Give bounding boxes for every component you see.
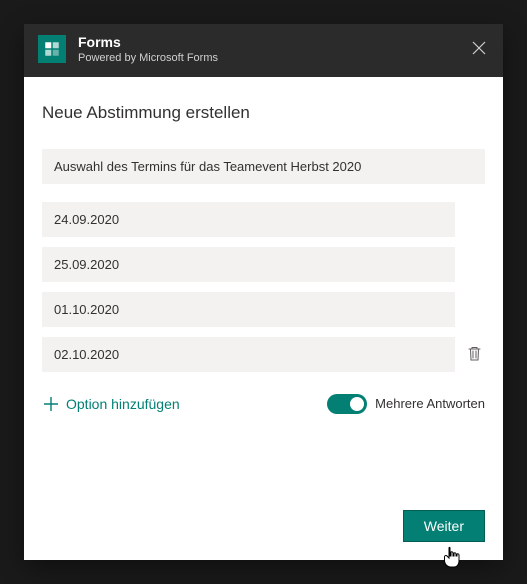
- option-row: [42, 337, 485, 372]
- close-icon: [472, 41, 486, 55]
- trash-icon: [467, 346, 482, 362]
- toggle-knob: [350, 397, 364, 411]
- app-subtitle: Powered by Microsoft Forms: [78, 52, 218, 65]
- option-input[interactable]: [42, 247, 455, 282]
- add-option-label: Option hinzufügen: [66, 396, 180, 412]
- option-row: [42, 247, 485, 282]
- delete-option-button[interactable]: [463, 343, 485, 365]
- forms-modal: Forms Powered by Microsoft Forms Neue Ab…: [24, 24, 503, 560]
- page-title: Neue Abstimmung erstellen: [42, 103, 485, 123]
- poll-question-input[interactable]: [42, 149, 485, 184]
- forms-app-icon: [38, 35, 66, 63]
- options-list: [42, 202, 485, 382]
- add-option-button[interactable]: Option hinzufügen: [42, 392, 182, 416]
- option-input[interactable]: [42, 337, 455, 372]
- app-title: Forms: [78, 34, 218, 51]
- multi-answer-label: Mehrere Antworten: [375, 396, 485, 411]
- controls-row: Option hinzufügen Mehrere Antworten: [42, 392, 485, 416]
- next-button[interactable]: Weiter: [403, 510, 485, 542]
- header-text: Forms Powered by Microsoft Forms: [78, 34, 218, 65]
- modal-header: Forms Powered by Microsoft Forms: [24, 24, 503, 77]
- option-input[interactable]: [42, 202, 455, 237]
- close-button[interactable]: [467, 36, 491, 60]
- modal-content: Neue Abstimmung erstellen Option hinzufü…: [24, 77, 503, 560]
- multi-answer-toggle[interactable]: [327, 394, 367, 414]
- plus-icon: [44, 397, 58, 411]
- option-input[interactable]: [42, 292, 455, 327]
- option-row: [42, 202, 485, 237]
- option-row: [42, 292, 485, 327]
- multi-answer-group: Mehrere Antworten: [327, 394, 485, 414]
- modal-footer: Weiter: [42, 490, 485, 542]
